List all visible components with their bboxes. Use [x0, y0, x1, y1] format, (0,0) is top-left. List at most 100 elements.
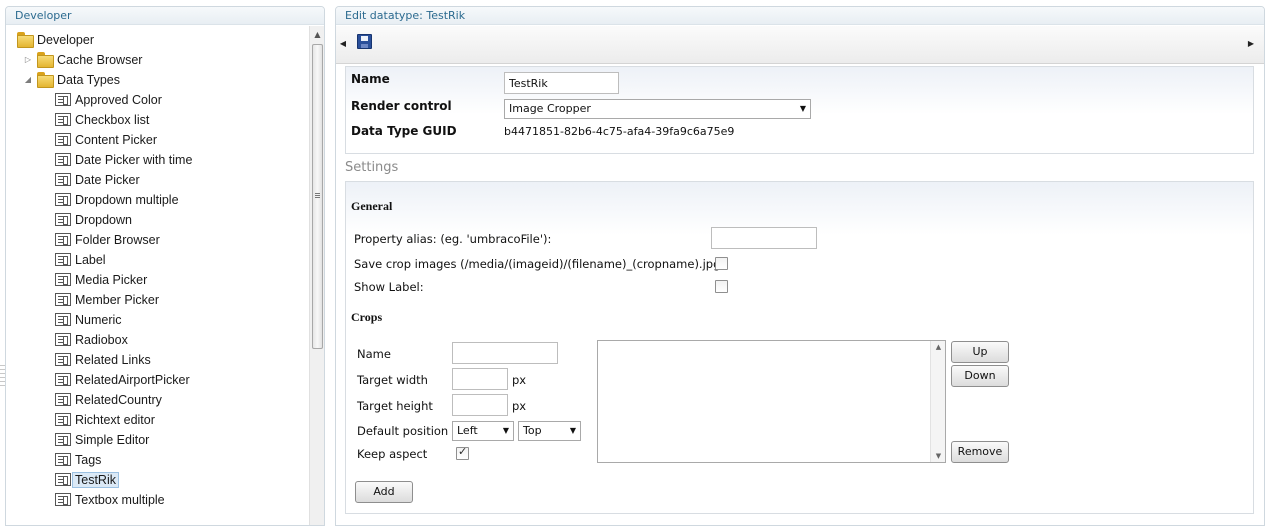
tree-item-datatype[interactable]: Textbox multiple — [55, 490, 165, 510]
expand-arrow-icon[interactable]: ▷ — [23, 50, 33, 70]
tree-item-datatype[interactable]: Tags — [55, 450, 101, 470]
scroll-up-arrow-icon[interactable]: ▲ — [931, 343, 946, 351]
tree-item-datatype[interactable]: Date Picker with time — [55, 150, 192, 170]
datatype-icon — [55, 173, 71, 186]
chevron-down-icon: ▼ — [569, 426, 576, 435]
datatype-icon — [55, 473, 71, 486]
crops-listbox[interactable]: ▲ ▼ — [597, 340, 946, 463]
crop-remove-button[interactable]: Remove — [951, 441, 1009, 463]
tree-item-label: Tags — [75, 453, 102, 467]
name-label: Name — [351, 72, 390, 86]
tree-item-label: Date Picker with time — [75, 153, 193, 167]
tree-item-datatype[interactable]: Dropdown — [55, 210, 132, 230]
tree-item-label: Member Picker — [75, 293, 160, 307]
tree-item-label: Dropdown — [75, 213, 132, 227]
chevron-down-icon: ▼ — [799, 104, 806, 113]
tree-item-label: Checkbox list — [75, 113, 150, 127]
tree-item-datatype[interactable]: Related Links — [55, 350, 151, 370]
scrollbar-thumb[interactable] — [312, 44, 323, 349]
crops-title: Crops — [351, 310, 383, 324]
tree-item-datatype[interactable]: Date Picker — [55, 170, 140, 190]
datatype-icon — [55, 233, 71, 246]
tree-item-datatype[interactable]: Checkbox list — [55, 110, 149, 130]
render-control-label: Render control — [351, 99, 452, 113]
tree-item-label: Textbox multiple — [75, 493, 165, 507]
tree-item-label: Label — [75, 253, 106, 267]
keep-aspect-checkbox[interactable] — [456, 445, 469, 460]
tree-item-datatype[interactable]: Numeric — [55, 310, 122, 330]
datatype-icon — [55, 453, 71, 466]
toolbar-scroll-right-icon[interactable]: ▶ — [1246, 38, 1256, 50]
crop-down-button[interactable]: Down — [951, 365, 1009, 387]
datatype-icon — [55, 273, 71, 286]
tree-item-datatype[interactable]: Member Picker — [55, 290, 159, 310]
tree-item-datatype[interactable]: Dropdown multiple — [55, 190, 179, 210]
property-alias-input[interactable] — [711, 227, 817, 249]
tree-item-label: Approved Color — [75, 93, 162, 107]
toolbar-scroll-left-icon[interactable]: ◀ — [338, 38, 348, 50]
target-height-label: Target height — [357, 399, 433, 413]
edit-datatype-panel: Edit datatype: TestRik ◀ ▶ Name Render c… — [335, 6, 1265, 526]
datatype-icon — [55, 193, 71, 206]
target-width-unit: px — [512, 373, 527, 387]
developer-tree: Developer ▷ Cache Browser ◢ Data Types A… — [6, 28, 310, 525]
crop-up-button[interactable]: Up — [951, 341, 1009, 363]
chevron-down-icon: ▼ — [502, 426, 509, 435]
tree-item-datatype[interactable]: Approved Color — [55, 90, 162, 110]
tree-item-datatype[interactable]: RelatedCountry — [55, 390, 162, 410]
guid-value: b4471851-82b6-4c75-afa4-39fa9c6a75e9 — [504, 125, 735, 138]
tree-item-datatype[interactable]: Media Picker — [55, 270, 147, 290]
target-width-input[interactable] — [452, 368, 508, 390]
tree-item-datatype[interactable]: Content Picker — [55, 130, 157, 150]
collapse-arrow-icon[interactable]: ◢ — [23, 70, 33, 90]
tree-item-datatype[interactable]: TestRik — [55, 470, 119, 490]
tree-item-datatype[interactable]: Label — [55, 250, 106, 270]
target-width-label: Target width — [357, 373, 428, 387]
tree-item-label: Related Links — [75, 353, 151, 367]
tree-node-developer[interactable]: Developer — [17, 30, 94, 50]
crop-name-input[interactable] — [452, 342, 558, 364]
tree-item-label: RelatedCountry — [75, 393, 162, 407]
datatype-icon — [55, 413, 71, 426]
settings-section: General Property alias: (eg. 'umbracoFil… — [345, 181, 1254, 514]
save-icon[interactable] — [357, 34, 372, 49]
show-label-checkbox[interactable] — [715, 280, 728, 293]
tree-item-datatype[interactable]: RelatedAirportPicker — [55, 370, 190, 390]
position-vertical-select[interactable]: Top ▼ — [518, 421, 581, 441]
datatype-icon — [55, 133, 71, 146]
tree-item-datatype[interactable]: Radiobox — [55, 330, 128, 350]
scroll-up-arrow-icon[interactable]: ▲ — [310, 29, 324, 41]
datatype-icon — [55, 373, 71, 386]
crop-add-button[interactable]: Add — [355, 481, 413, 503]
scroll-down-arrow-icon[interactable]: ▼ — [931, 452, 946, 460]
tree-item-datatype[interactable]: Folder Browser — [55, 230, 160, 250]
folder-icon — [17, 32, 34, 48]
tree-item-label: Media Picker — [75, 273, 148, 287]
tree-item-label: Simple Editor — [75, 433, 150, 447]
datatype-properties: Name Render control Image Cropper ▼ Data… — [345, 66, 1254, 154]
save-crop-checkbox[interactable] — [715, 257, 728, 270]
tree-scrollbar[interactable]: ▲ — [309, 26, 324, 525]
tree-item-label: Date Picker — [75, 173, 140, 187]
datatype-icon — [55, 293, 71, 306]
tree-item-label: Numeric — [75, 313, 122, 327]
datatype-name-input[interactable] — [504, 72, 619, 94]
datatype-icon — [55, 313, 71, 326]
datatype-icon — [55, 333, 71, 346]
render-control-select[interactable]: Image Cropper ▼ — [504, 99, 811, 119]
datatype-icon — [55, 393, 71, 406]
edit-datatype-title: Edit datatype: TestRik — [336, 7, 1264, 25]
datatype-icon — [55, 493, 71, 506]
tree-item-datatype[interactable]: Richtext editor — [55, 410, 155, 430]
datatype-icon — [55, 213, 71, 226]
tree-node-data-types[interactable]: ◢ Data Types — [25, 70, 120, 90]
tree-node-cache-browser[interactable]: ▷ Cache Browser — [25, 50, 142, 70]
listbox-scrollbar[interactable]: ▲ ▼ — [930, 341, 945, 462]
position-horizontal-select[interactable]: Left ▼ — [452, 421, 514, 441]
guid-label: Data Type GUID — [351, 124, 457, 138]
target-height-input[interactable] — [452, 394, 508, 416]
tree-item-label: TestRik — [72, 472, 119, 488]
toolbar: ◀ ▶ — [336, 26, 1264, 64]
tree-item-label: Content Picker — [75, 133, 157, 147]
tree-item-datatype[interactable]: Simple Editor — [55, 430, 149, 450]
